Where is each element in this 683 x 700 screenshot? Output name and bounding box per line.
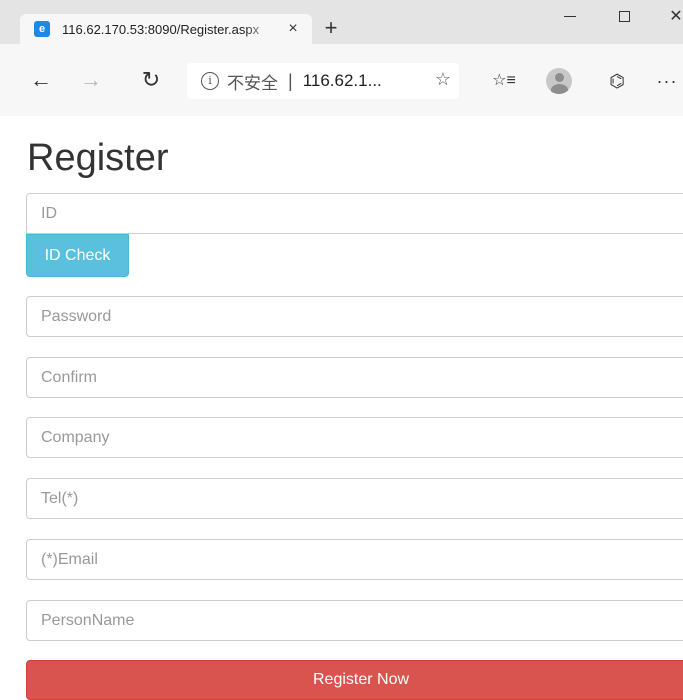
favorite-star-icon[interactable]: ☆ <box>435 69 451 90</box>
edge-favicon-icon: e <box>34 21 50 37</box>
browser-titlebar: e 116.62.170.53:8090/Register.aspx × + ✕ <box>0 0 683 44</box>
browser-toolbar: ← → ↻ i 不安全 | 116.62.1... ☆ ☆≡ ⌬ ··· <box>0 44 683 116</box>
minimize-icon[interactable] <box>558 6 582 28</box>
reload-icon[interactable]: ↻ <box>138 68 164 94</box>
tab-close-icon[interactable]: × <box>284 20 302 38</box>
address-url[interactable]: 116.62.1... <box>303 71 382 91</box>
back-icon[interactable]: ← <box>28 68 54 94</box>
forward-icon[interactable]: → <box>78 68 104 94</box>
confirm-password-input[interactable] <box>26 357 683 398</box>
tel-input[interactable] <box>26 478 683 519</box>
person-name-input[interactable] <box>26 600 683 641</box>
company-input[interactable] <box>26 417 683 458</box>
share-icon[interactable]: ⌬ <box>604 68 630 94</box>
address-separator: | <box>288 70 293 91</box>
security-label: 不安全 <box>227 73 278 94</box>
profile-avatar-icon[interactable] <box>546 68 572 94</box>
maximize-icon[interactable] <box>612 6 636 28</box>
id-check-button[interactable]: ID Check <box>26 234 129 277</box>
page-title: Register <box>27 137 169 179</box>
browser-tab[interactable]: e 116.62.170.53:8090/Register.aspx × <box>20 14 312 44</box>
register-now-button[interactable]: Register Now <box>26 660 683 700</box>
more-icon[interactable]: ··· <box>654 68 680 94</box>
tab-title: 116.62.170.53:8090/Register.aspx <box>62 21 260 37</box>
id-input[interactable] <box>26 193 683 234</box>
password-input[interactable] <box>26 296 683 337</box>
info-icon[interactable]: i <box>201 72 219 90</box>
email-input[interactable] <box>26 539 683 580</box>
favorites-list-icon[interactable]: ☆≡ <box>491 68 517 94</box>
new-tab-icon[interactable]: + <box>320 17 342 40</box>
address-bar[interactable]: i 不安全 | 116.62.1... ☆ <box>187 63 459 99</box>
close-window-icon[interactable]: ✕ <box>664 6 683 28</box>
